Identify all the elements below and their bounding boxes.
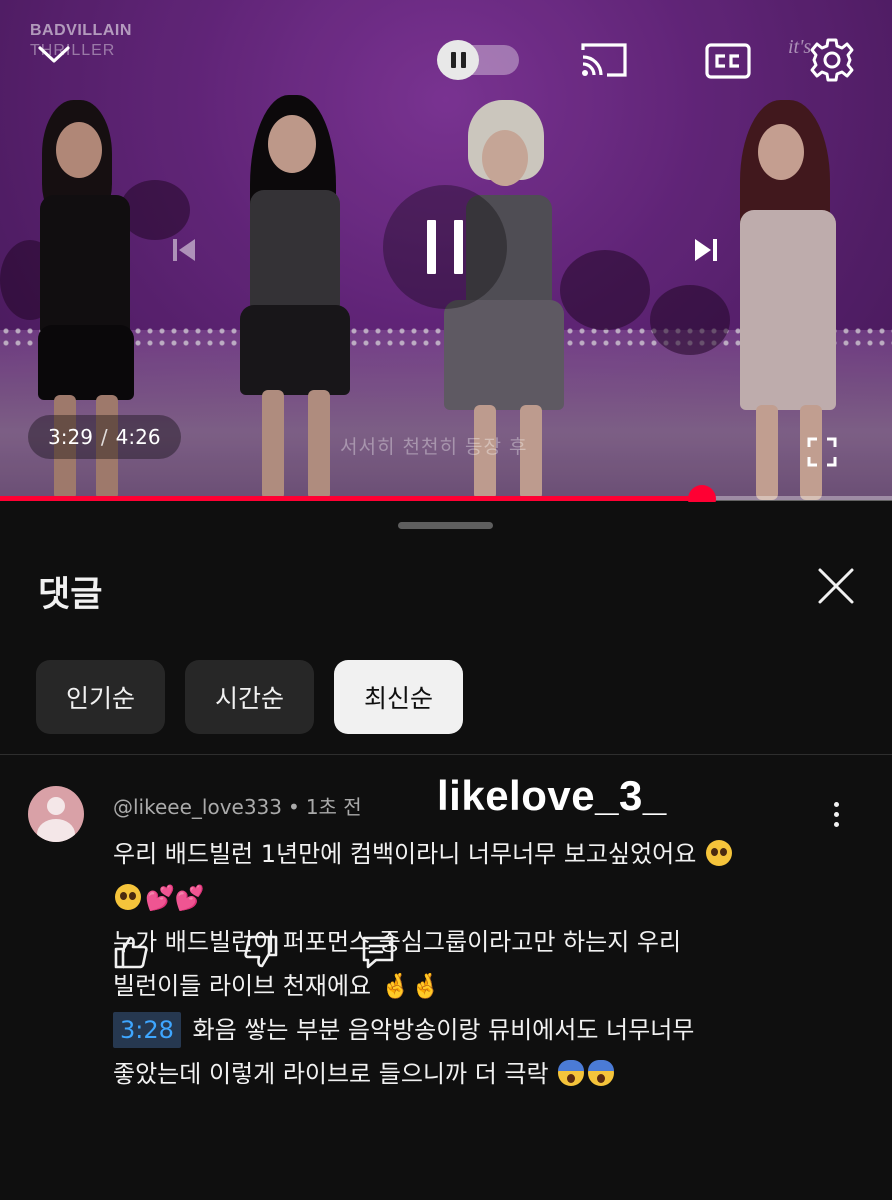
comment-line: 좋았는데 이렇게 라이브로 들으니까 더 극락: [113, 1052, 813, 1096]
thumbs-up-icon: [114, 936, 148, 969]
reply-button[interactable]: [360, 934, 396, 970]
skip-next-icon: [695, 239, 717, 261]
dislike-button[interactable]: [243, 934, 279, 970]
thumbs-down-icon: [244, 935, 278, 968]
captions-button[interactable]: [703, 40, 753, 82]
close-icon: [818, 568, 854, 604]
sort-chip-time[interactable]: 시간순: [185, 660, 315, 734]
progress-played: [0, 496, 702, 501]
skip-previous-icon: [173, 239, 195, 261]
more-vert-icon: [833, 801, 839, 827]
pause-icon: [427, 220, 436, 274]
close-comments-button[interactable]: [814, 564, 858, 608]
gear-icon: [810, 38, 854, 82]
sort-chips: 인기순 시간순 최신순: [36, 660, 464, 734]
autoplay-toggle[interactable]: [437, 40, 521, 80]
fullscreen-button[interactable]: [802, 432, 842, 472]
pleading-face-icon: [115, 884, 141, 910]
pause-icon: [437, 40, 479, 80]
chevron-down-icon: [38, 46, 70, 63]
fullscreen-icon: [807, 437, 837, 467]
comment-line: 우리 배드빌런 1년만에 컴백이라니 너무너무 보고싶었어요: [113, 832, 813, 876]
meta-dot: •: [288, 795, 300, 819]
reply-icon: [362, 936, 394, 969]
settings-button[interactable]: [808, 36, 856, 84]
video-player[interactable]: BADVILLAIN THRILLER it's 3:29 / 4:26 서서히…: [0, 0, 892, 500]
minimize-player-button[interactable]: [34, 38, 74, 72]
screaming-face-icon: [588, 1060, 615, 1086]
screaming-face-icon: [558, 1060, 585, 1086]
avatar-body: [37, 819, 75, 842]
previous-video-button[interactable]: [162, 228, 206, 272]
comment-line: 빌런이들 라이브 천재에요 🤞🤞: [113, 964, 813, 1008]
cast-button[interactable]: [578, 40, 630, 80]
closed-captions-icon: [705, 43, 751, 79]
overlay-username-tag: likelove_3_: [437, 772, 667, 819]
comment-line: 누가 배드빌런이 퍼포먼스 중심그룹이라고만 하는지 우리: [113, 920, 813, 964]
avatar-head: [47, 797, 65, 815]
comment-time: 1초 전: [305, 795, 362, 819]
comment-line: 3:28 화음 쌓는 부분 음악방송이랑 뮤비에서도 너무너무: [113, 1008, 813, 1052]
like-button[interactable]: [113, 934, 149, 970]
comment-line-text: 화음 쌓는 부분 음악방송이랑 뮤비에서도 너무너무: [192, 1016, 695, 1044]
comments-title: 댓글: [38, 575, 103, 615]
play-pause-button[interactable]: [383, 185, 507, 309]
comment-author[interactable]: @likeee_love333: [113, 795, 282, 819]
timestamp-link[interactable]: 3:28: [113, 1012, 181, 1048]
time-separator: /: [100, 425, 108, 449]
divider: [0, 754, 892, 755]
current-time: 3:29: [48, 425, 93, 449]
comment-meta: @likeee_love333 • 1초 전: [113, 791, 362, 820]
comment-line-text: 누가 배드빌런이 퍼포먼스 중심그룹이라고만 하는지 우리: [113, 928, 682, 956]
video-duration: 4:26: [115, 425, 161, 449]
time-display: 3:29 / 4:26: [28, 415, 181, 459]
next-video-button[interactable]: [684, 228, 728, 272]
comment-text: 우리 배드빌런 1년만에 컴백이라니 너무너무 보고싶었어요 💕💕 누가 배드빌…: [113, 832, 813, 1096]
sort-chip-popular[interactable]: 인기순: [36, 660, 166, 734]
comment-more-button[interactable]: [818, 794, 854, 834]
comment-line-text: 좋았는데 이렇게 라이브로 들으니까 더 극락: [113, 1060, 549, 1088]
avatar[interactable]: [28, 786, 84, 842]
comments-sheet: 댓글 인기순 시간순 최신순 @likeee_love333 • 1초 전 like…: [0, 502, 892, 1200]
video-caption-text: 서서히 천천히 등장 후: [340, 436, 528, 458]
comment-line: 💕💕: [113, 876, 813, 920]
sheet-drag-handle[interactable]: [398, 522, 493, 529]
sort-chip-newest[interactable]: 최신순: [334, 660, 464, 734]
pleading-face-icon: [705, 840, 732, 866]
two-hearts-icon: 💕💕: [145, 884, 205, 912]
comment-line-text: 우리 배드빌런 1년만에 컴백이라니 너무너무 보고싶었어요: [113, 840, 697, 868]
cast-icon: [581, 43, 627, 77]
comment-line-text: 빌런이들 라이브 천재에요: [113, 972, 372, 1000]
video-progress-bar[interactable]: [0, 485, 892, 513]
